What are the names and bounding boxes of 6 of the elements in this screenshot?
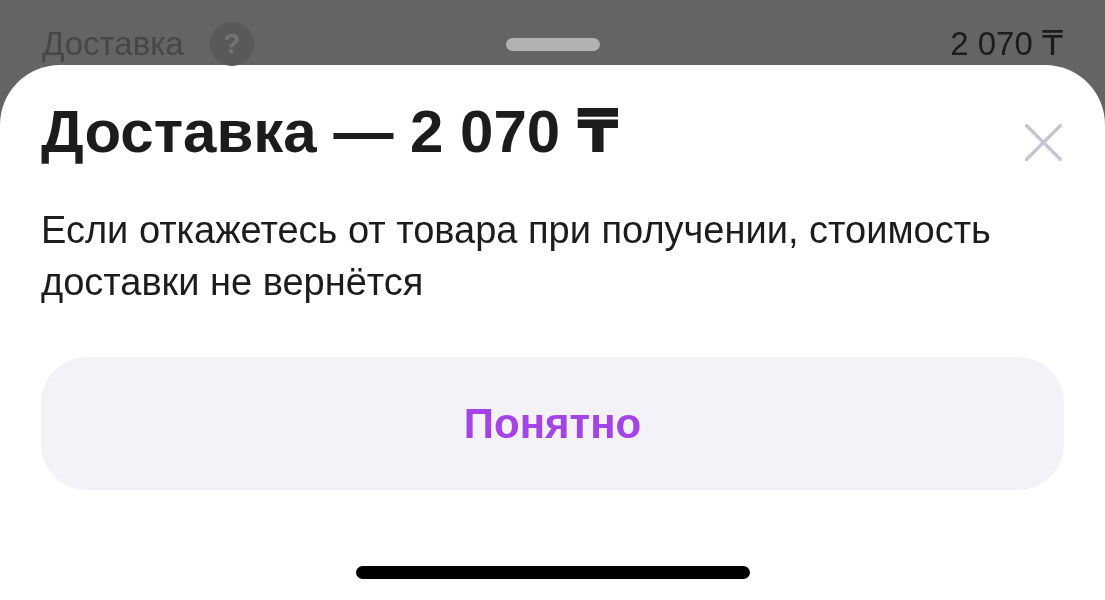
understood-button[interactable]: Понятно xyxy=(41,357,1064,490)
close-icon[interactable] xyxy=(1025,123,1062,161)
sheet-title: Доставка — 2 070 ₸ xyxy=(41,97,619,167)
price-text: 2 070 ₸ xyxy=(950,24,1063,64)
drag-handle[interactable] xyxy=(505,37,600,51)
message-text: Если откажетесь от товара при получении, стоимость доставки не вернётся xyxy=(41,208,992,305)
